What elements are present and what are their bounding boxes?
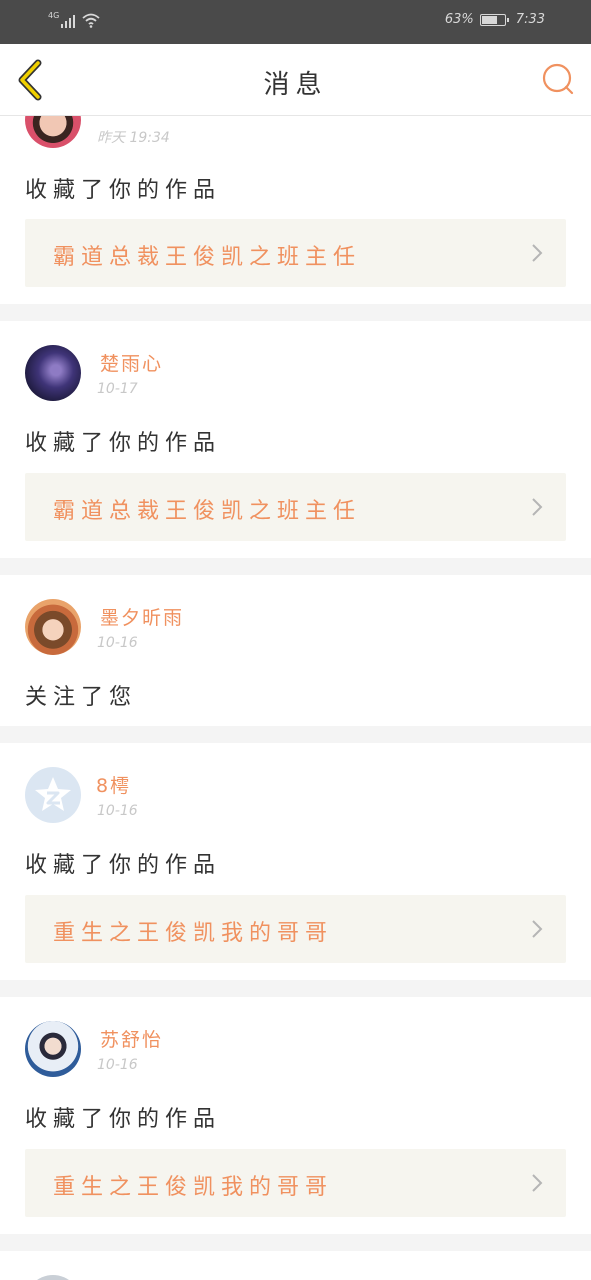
avatar[interactable] xyxy=(25,1021,81,1077)
clock: 7:33 xyxy=(515,12,545,27)
wifi-icon xyxy=(82,13,100,28)
work-title: 重生之王俊凯我的哥哥 xyxy=(53,921,334,946)
signal-icon xyxy=(61,14,76,28)
notification-action: 关注了您 xyxy=(25,685,138,710)
default-avatar-icon xyxy=(35,777,71,811)
notification-date: 10-17 xyxy=(97,381,138,397)
search-icon xyxy=(542,63,574,95)
notification-action: 收藏了你的作品 xyxy=(25,431,222,456)
notification-date: 10-16 xyxy=(97,635,138,651)
chevron-right-icon xyxy=(532,1174,543,1192)
notification-action: 收藏了你的作品 xyxy=(25,178,222,203)
work-link[interactable]: 重生之王俊凯我的哥哥 xyxy=(25,1149,566,1217)
notification-card: 苏舒怡 10-16 收藏了你的作品 重生之王俊凯我的哥哥 xyxy=(0,997,591,1234)
work-link[interactable]: 霸道总裁王俊凯之班主任 xyxy=(25,473,566,541)
status-right: 63% 7:33 xyxy=(445,12,545,27)
user-name[interactable]: 8樗 xyxy=(96,771,131,798)
avatar[interactable] xyxy=(25,1275,81,1280)
notification-date: 昨天 19:34 xyxy=(97,130,170,146)
notification-card xyxy=(0,1251,591,1280)
notification-card: 墨夕昕雨 10-16 关注了您 xyxy=(0,575,591,726)
chevron-right-icon xyxy=(532,244,543,262)
notification-card: 8樗 10-16 收藏了你的作品 重生之王俊凯我的哥哥 xyxy=(0,743,591,980)
user-name[interactable]: 楚雨心 xyxy=(100,349,163,376)
avatar[interactable] xyxy=(25,599,81,655)
notification-action: 收藏了你的作品 xyxy=(25,1107,222,1132)
status-left: 4G xyxy=(48,11,101,28)
notification-date: 10-16 xyxy=(97,803,138,819)
chevron-right-icon xyxy=(532,920,543,938)
avatar[interactable] xyxy=(25,345,81,401)
work-title: 霸道总裁王俊凯之班主任 xyxy=(53,499,362,524)
user-name[interactable]: 墨夕昕雨 xyxy=(100,603,184,630)
work-link[interactable]: 霸道总裁王俊凯之班主任 xyxy=(25,219,566,287)
work-title: 霸道总裁王俊凯之班主任 xyxy=(53,245,362,270)
notification-card: 楚雨心 10-17 收藏了你的作品 霸道总裁王俊凯之班主任 xyxy=(0,321,591,558)
status-bar: 4G 63% 7:33 xyxy=(0,0,591,44)
notification-action: 收藏了你的作品 xyxy=(25,853,222,878)
work-title: 重生之王俊凯我的哥哥 xyxy=(53,1175,334,1200)
network-type: 4G xyxy=(48,11,60,20)
work-link[interactable]: 重生之王俊凯我的哥哥 xyxy=(25,895,566,963)
avatar[interactable] xyxy=(25,767,81,823)
notification-date: 10-16 xyxy=(97,1057,138,1073)
page-title: 消息 xyxy=(263,70,328,100)
search-button[interactable] xyxy=(541,62,575,96)
battery-icon xyxy=(479,13,509,26)
battery-percent: 63% xyxy=(444,12,474,27)
nav-header: 消息 xyxy=(0,44,591,116)
user-name[interactable]: 苏舒怡 xyxy=(100,1025,163,1052)
chevron-right-icon xyxy=(532,498,543,516)
